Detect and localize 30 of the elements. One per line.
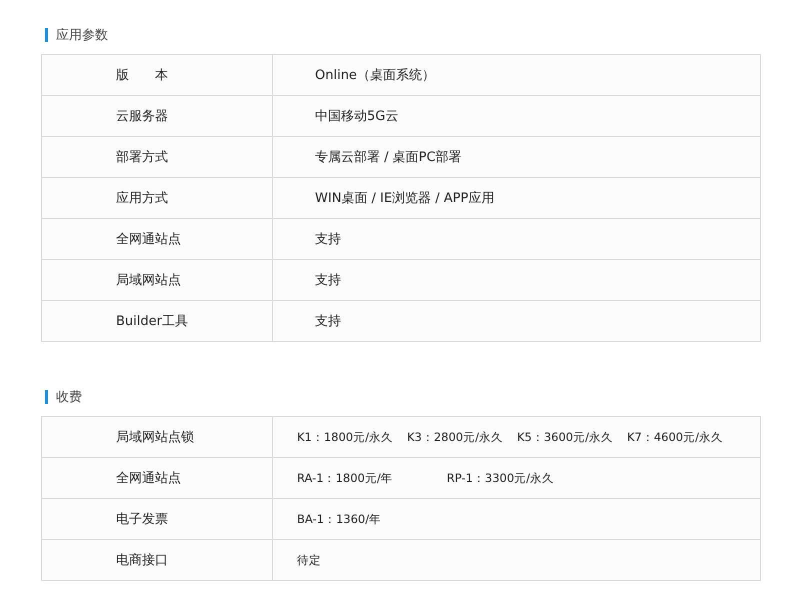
- row-value: 中国移动5G云: [315, 108, 398, 125]
- section-accent-bar: [45, 28, 48, 42]
- row-value: 专属云部署 / 桌面PC部署: [315, 149, 462, 166]
- section-title: 收费: [56, 389, 82, 406]
- row-label: 局域网站点锁: [116, 429, 194, 446]
- row-label: 电子发票: [116, 511, 168, 528]
- row-value: 支持: [315, 272, 341, 289]
- row-label: 云服务器: [116, 108, 168, 125]
- row-value: RP-1：3300元/永久: [446, 470, 554, 486]
- row-label: 全网通站点: [116, 470, 181, 487]
- row-value: Online（桌面系统）: [315, 67, 435, 84]
- row-label: 局域网站点: [116, 272, 181, 289]
- row-value: 支持: [315, 231, 341, 248]
- section-accent-bar: [45, 390, 48, 404]
- row-value: WIN桌面 / IE浏览器 / APP应用: [315, 190, 494, 207]
- row-value: K5：3600元/永久: [517, 430, 613, 444]
- row-value: K3：2800元/永久: [407, 430, 503, 444]
- row-label: 全网通站点: [116, 231, 181, 248]
- row-label: 电商接口: [116, 552, 168, 569]
- row-value: RA-1：1800元/年: [297, 470, 393, 486]
- row-label: Builder工具: [116, 313, 188, 330]
- row-label: 应用方式: [116, 190, 168, 207]
- row-label: 版 本: [116, 67, 168, 84]
- row-value: K7：4600元/永久: [627, 430, 723, 444]
- section-title: 应用参数: [56, 27, 108, 44]
- row-value: 支持: [315, 313, 341, 330]
- row-value: 待定: [297, 552, 321, 568]
- row-value: K1：1800元/永久: [297, 430, 393, 444]
- row-value: BA-1：1360/年: [297, 512, 382, 526]
- row-label: 部署方式: [116, 149, 168, 166]
